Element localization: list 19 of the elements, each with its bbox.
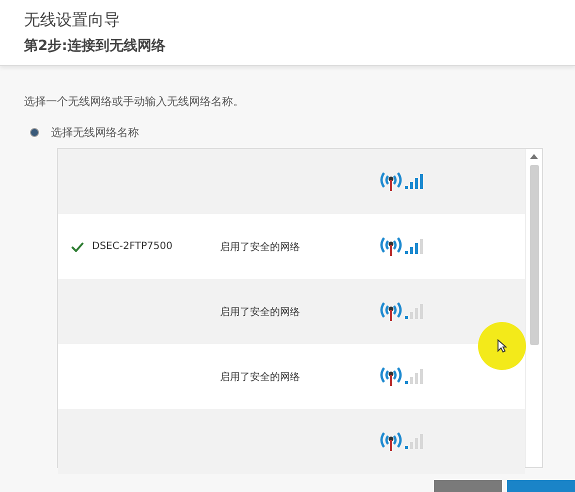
scroll-up-icon[interactable] [530,153,538,159]
instruction-text: 选择一个无线网络或手动输入无线网络名称。 [24,94,245,109]
checkmark-icon [71,242,84,252]
network-row[interactable] [58,149,525,214]
scrollbar[interactable] [525,149,542,467]
network-name: DSEC-2FTP7500 [92,241,172,252]
network-row[interactable] [58,409,525,474]
network-row[interactable]: 启用了安全的网络 [58,344,525,409]
wizard-title: 无线设置向导 [24,10,121,31]
network-row[interactable]: DSEC-2FTP7500 启用了安全的网络 [58,214,525,279]
radio-label: 选择无线网络名称 [51,125,139,140]
security-text: 启用了安全的网络 [220,306,300,318]
pointer-icon [497,339,507,353]
network-row[interactable]: 启用了安全的网络 [58,279,525,344]
security-text: 启用了安全的网络 [220,242,300,252]
security-text: 启用了安全的网络 [220,372,300,382]
radio-button[interactable] [30,128,39,137]
scroll-thumb[interactable] [530,165,538,345]
step-title: 第2步:连接到无线网络 [24,37,166,55]
